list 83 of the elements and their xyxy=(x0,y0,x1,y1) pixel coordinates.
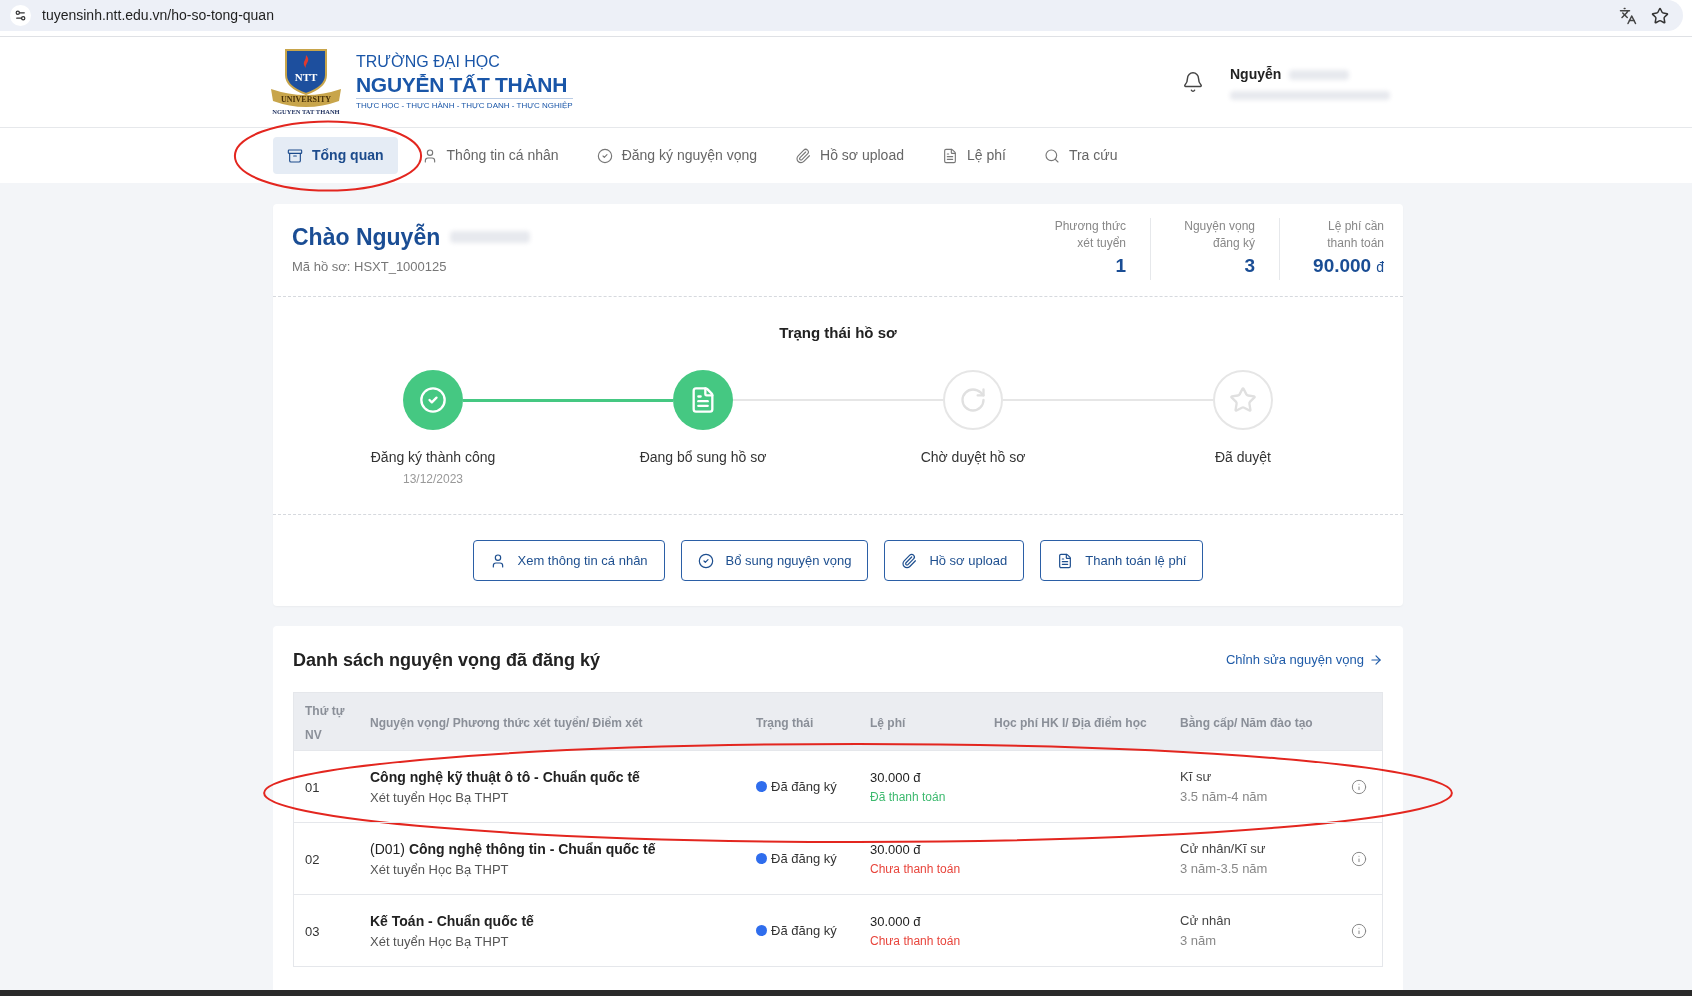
nav-tab[interactable]: Tra cứu xyxy=(1029,137,1132,174)
rank-number: 01 xyxy=(305,779,320,795)
nav-tab[interactable]: Đăng ký nguyện vọng xyxy=(582,137,772,174)
logo-ribbon-text: UNIVERSITY xyxy=(280,94,332,104)
rank-number: 03 xyxy=(305,923,320,939)
stat-label: Lệ phí cần thanh toán xyxy=(1326,218,1384,252)
document-icon xyxy=(1057,552,1074,569)
translate-icon[interactable] xyxy=(1619,6,1637,25)
program-title: Kế Toán - Chuẩn quốc tế xyxy=(370,911,534,930)
stat-value: 90.000 đ xyxy=(1313,254,1384,278)
stat-label: Nguyện vọng đăng ký xyxy=(1183,218,1255,252)
status-text: Đã đăng ký xyxy=(771,921,837,940)
school-slogan: THỰC HỌC - THỰC HÀNH - THỰC DANH - THỰC NGHIỆP xyxy=(356,98,573,112)
admission-method: Xét tuyển Học Bạ THPT xyxy=(370,932,509,950)
archive-box-icon xyxy=(287,147,303,164)
step-label: Đang bổ sung hồ sơ xyxy=(639,448,767,466)
fee-amount: 30.000 đ xyxy=(870,840,921,858)
column-header: Bằng cấp/ Năm đào tạo xyxy=(1180,715,1313,730)
check-circle-icon xyxy=(596,147,613,164)
nav-tab[interactable]: Thông tin cá nhân xyxy=(407,137,573,174)
degree-text: Cử nhân/Kĩ sư xyxy=(1180,840,1266,857)
column-header: Học phí HK I/ Địa điểm học xyxy=(994,715,1147,730)
stat-label: Phương thức xét tuyển xyxy=(1053,218,1126,252)
section-title: Trạng thái hồ sơ xyxy=(779,323,897,343)
nav-tab[interactable]: Lệ phí xyxy=(928,137,1020,174)
rank-number: 02 xyxy=(305,851,320,867)
column-header: Trạng thái xyxy=(756,715,814,730)
admission-method: Xét tuyển Học Bạ THPT xyxy=(370,788,509,806)
fee-amount: 30.000 đ xyxy=(870,912,921,930)
duration-text: 3 năm-3.5 năm xyxy=(1180,860,1268,877)
paperclip-icon xyxy=(901,552,918,569)
program-title: Công nghệ kỹ thuật ô tô - Chuẩn quốc tế xyxy=(370,767,640,786)
step-label: Đã duyệt xyxy=(1214,448,1271,466)
bookmark-star-icon[interactable] xyxy=(1651,6,1669,25)
action-button[interactable]: Xem thông tin cá nhân xyxy=(472,540,665,581)
address-bar[interactable]: tuyensinh.ntt.edu.vn/ho-so-tong-quan xyxy=(0,0,1683,31)
site-settings-icon[interactable] xyxy=(10,5,31,26)
url-text[interactable]: tuyensinh.ntt.edu.vn/ho-so-tong-quan xyxy=(42,5,274,26)
info-icon[interactable] xyxy=(1351,778,1367,795)
action-button[interactable]: Hồ sơ upload xyxy=(884,540,1025,581)
nav-tab[interactable]: Tổng quan xyxy=(273,137,398,174)
check-circle-icon xyxy=(697,552,714,569)
payment-status: Đã thanh toán xyxy=(870,788,946,805)
admission-method: Xét tuyển Học Bạ THPT xyxy=(370,860,509,878)
blurred-text xyxy=(1289,69,1350,80)
document-icon xyxy=(942,147,958,164)
degree-text: Kĩ sư xyxy=(1180,768,1212,785)
paperclip-icon xyxy=(795,147,812,164)
status-text: Đã đăng ký xyxy=(771,849,837,868)
fee-amount: 30.000 đ xyxy=(870,768,921,786)
school-type-text: TRƯỜNG ĐẠI HỌC xyxy=(356,52,501,72)
degree-text: Cử nhân xyxy=(1180,912,1231,929)
notification-bell-icon[interactable] xyxy=(1182,71,1204,93)
logo-monogram: NTT xyxy=(294,70,318,83)
step-label: Đăng ký thành công xyxy=(370,448,496,466)
column-header: Lệ phí xyxy=(870,715,906,730)
stat-value: 3 xyxy=(1244,254,1255,278)
school-name: NGUYỄN TẤT THÀNH xyxy=(356,72,569,98)
stat-value: 1 xyxy=(1115,254,1126,278)
nav-tab[interactable]: Hồ sơ upload xyxy=(781,137,918,174)
star-icon xyxy=(1229,386,1257,414)
column-header: Thứ tự NV xyxy=(305,703,345,742)
file-code-text: Mã hồ sơ: HSXT_1000125 xyxy=(292,258,448,276)
duration-text: 3.5 năm-4 năm xyxy=(1180,788,1268,805)
section-title: Danh sách nguyện vọng đã đăng ký xyxy=(293,648,601,672)
program-title: (D01) Công nghệ thông tin - Chuẩn quốc tế xyxy=(370,839,656,858)
check-circle-icon xyxy=(419,386,447,414)
column-header: Nguyện vọng/ Phương thức xét tuyển/ Điểm xét xyxy=(370,715,643,730)
user-name: Nguyễn xyxy=(1230,65,1282,84)
refresh-icon xyxy=(959,386,987,414)
info-icon[interactable] xyxy=(1351,850,1367,867)
payment-status: Chưa thanh toán xyxy=(870,932,961,949)
step-date: 13/12/2023 xyxy=(402,471,464,488)
edit-wishes-link[interactable]: Chỉnh sửa nguyện vọng xyxy=(1225,650,1383,670)
action-button[interactable]: Bổ sung nguyện vọng xyxy=(680,540,869,581)
action-button[interactable]: Thanh toán lệ phí xyxy=(1040,540,1204,581)
step-label: Chờ duyệt hồ sơ xyxy=(920,448,1026,466)
greeting-title: Chào Nguyễn xyxy=(292,222,441,252)
duration-text: 3 năm xyxy=(1180,932,1217,949)
search-icon xyxy=(1043,147,1060,164)
status-text: Đã đăng ký xyxy=(771,777,837,796)
info-icon[interactable] xyxy=(1351,922,1367,939)
payment-status: Chưa thanh toán xyxy=(870,860,961,877)
